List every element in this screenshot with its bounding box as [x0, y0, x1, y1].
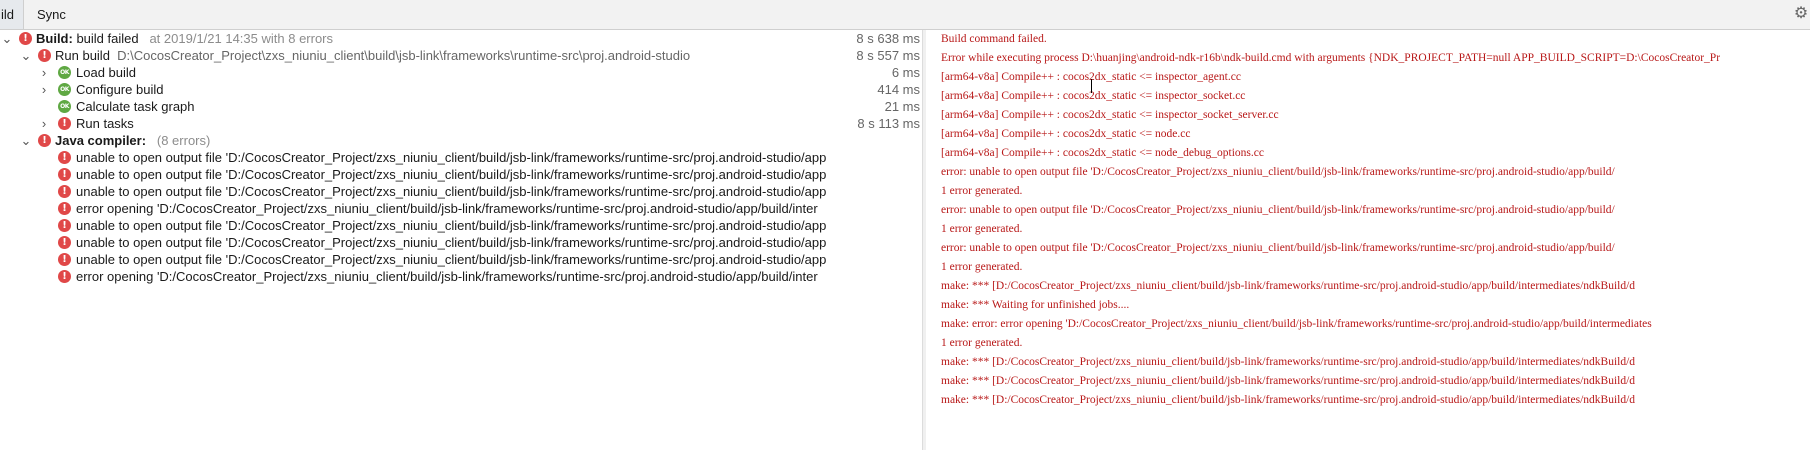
load-build-time: 6 ms — [891, 65, 920, 80]
java-compiler-label: Java compiler: — [55, 133, 147, 148]
error-icon: ! — [58, 151, 71, 164]
list-item[interactable]: ! unable to open output file 'D:/CocosCr… — [0, 166, 922, 183]
run-build-label: Run build — [55, 48, 110, 63]
console-line: make: *** [D:/CocosCreator_Project/zxs_n… — [941, 394, 1636, 406]
text-caret — [1091, 79, 1092, 93]
tab-build[interactable]: ild — [0, 0, 24, 29]
calc-graph-label: Calculate task graph — [76, 99, 195, 114]
tab-sync[interactable]: Sync — [35, 0, 77, 29]
gear-icon[interactable]: ⚙ — [1792, 5, 1810, 23]
error-icon: ! — [38, 49, 51, 62]
build-tree[interactable]: ⌄ ! Build: build failed at 2019/1/21 14:… — [0, 30, 922, 450]
error-icon: ! — [58, 185, 71, 198]
error-message: unable to open output file 'D:/CocosCrea… — [76, 235, 827, 250]
tree-row-configure-build[interactable]: › OK Configure build 414 ms — [0, 81, 922, 98]
chevron-right-icon[interactable]: › — [38, 81, 50, 98]
console-line: 1 error generated. — [941, 223, 1023, 235]
configure-build-label: Configure build — [76, 82, 164, 97]
tree-row-build[interactable]: ⌄ ! Build: build failed at 2019/1/21 14:… — [0, 30, 922, 47]
tree-row-run-tasks[interactable]: › ! Run tasks 8 s 113 ms — [0, 115, 922, 132]
console-line: error: unable to open output file 'D:/Co… — [941, 242, 1615, 254]
console-output[interactable]: Build command failed. Error while execut… — [926, 30, 1810, 450]
chevron-down-icon[interactable]: ⌄ — [20, 132, 32, 149]
tree-row-load-build[interactable]: › OK Load build 6 ms — [0, 64, 922, 81]
list-item[interactable]: ! unable to open output file 'D:/CocosCr… — [0, 234, 922, 251]
console-line: [arm64-v8a] Compile++ : cocos2dx_static … — [941, 128, 1191, 140]
console-line: [arm64-v8a] Compile++ : cocos2dx_static … — [941, 90, 1246, 102]
configure-build-time: 414 ms — [877, 82, 920, 97]
error-icon: ! — [58, 168, 71, 181]
console-line: 1 error generated. — [941, 185, 1023, 197]
list-item[interactable]: ! unable to open output file 'D:/CocosCr… — [0, 217, 922, 234]
list-item[interactable]: ! unable to open output file 'D:/CocosCr… — [0, 183, 922, 200]
error-message: unable to open output file 'D:/CocosCrea… — [76, 184, 827, 199]
error-message: unable to open output file 'D:/CocosCrea… — [76, 252, 827, 267]
console-line: make: *** Waiting for unfinished jobs...… — [941, 299, 1130, 311]
success-icon: OK — [58, 66, 71, 79]
error-message: error opening 'D:/CocosCreator_Project/z… — [76, 269, 818, 284]
list-item[interactable]: ! error opening 'D:/CocosCreator_Project… — [0, 200, 922, 217]
build-meta: at 2019/1/21 14:35 with 8 errors — [149, 31, 334, 46]
calc-graph-time: 21 ms — [884, 99, 920, 114]
console-line: Build command failed. — [941, 33, 1047, 45]
console-line: [arm64-v8a] Compile++ : cocos2dx_static … — [941, 109, 1279, 121]
console-line: make: *** [D:/CocosCreator_Project/zxs_n… — [941, 375, 1636, 387]
build-label: Build: — [36, 31, 73, 46]
success-icon: OK — [58, 83, 71, 96]
console-line: Error while executing process D:\huanjin… — [941, 52, 1721, 64]
console-line: make: *** [D:/CocosCreator_Project/zxs_n… — [941, 280, 1636, 292]
list-item[interactable]: ! unable to open output file 'D:/CocosCr… — [0, 149, 922, 166]
list-item[interactable]: ! unable to open output file 'D:/CocosCr… — [0, 251, 922, 268]
list-item[interactable]: ! error opening 'D:/CocosCreator_Project… — [0, 268, 922, 285]
chevron-down-icon[interactable]: ⌄ — [20, 47, 32, 64]
run-build-path: D:\CocosCreator_Project\zxs_niuniu_clien… — [117, 48, 691, 63]
error-icon: ! — [58, 117, 71, 130]
error-message: unable to open output file 'D:/CocosCrea… — [76, 150, 827, 165]
chevron-down-icon[interactable]: ⌄ — [1, 30, 13, 47]
console-line: [arm64-v8a] Compile++ : cocos2dx_static … — [941, 71, 1241, 83]
java-compiler-meta: (8 errors) — [156, 133, 211, 148]
build-status: build failed — [72, 31, 139, 46]
success-icon: OK — [58, 100, 71, 113]
load-build-label: Load build — [76, 65, 136, 80]
tree-row-calc-graph[interactable]: OK Calculate task graph 21 ms — [0, 98, 922, 115]
build-time: 8 s 638 ms — [856, 31, 920, 46]
chevron-right-icon[interactable]: › — [38, 115, 50, 132]
console-line: error: unable to open output file 'D:/Co… — [941, 166, 1615, 178]
run-tasks-label: Run tasks — [76, 116, 134, 131]
run-tasks-time: 8 s 113 ms — [857, 116, 920, 131]
error-icon: ! — [58, 219, 71, 232]
error-icon: ! — [58, 202, 71, 215]
error-icon: ! — [58, 253, 71, 266]
tree-row-java-compiler[interactable]: ⌄ ! Java compiler: (8 errors) — [0, 132, 922, 149]
error-icon: ! — [58, 270, 71, 283]
console-line: make: *** [D:/CocosCreator_Project/zxs_n… — [941, 356, 1636, 368]
error-icon: ! — [38, 134, 51, 147]
console-line: [arm64-v8a] Compile++ : cocos2dx_static … — [941, 147, 1264, 159]
console-line: 1 error generated. — [941, 261, 1023, 273]
chevron-right-icon[interactable]: › — [38, 64, 50, 81]
tab-bar: ild Sync ⚙ — [0, 0, 1810, 30]
console-line: 1 error generated. — [941, 337, 1023, 349]
tree-row-run-build[interactable]: ⌄ ! Run build D:\CocosCreator_Project\zx… — [0, 47, 922, 64]
console-line: make: error: error opening 'D:/CocosCrea… — [941, 318, 1652, 330]
error-icon: ! — [19, 32, 32, 45]
error-message: error opening 'D:/CocosCreator_Project/z… — [76, 201, 818, 216]
console-line: error: unable to open output file 'D:/Co… — [941, 204, 1615, 216]
error-icon: ! — [58, 236, 71, 249]
build-window: ild Sync ⚙ ⌄ ! Build: build failed at 20… — [0, 0, 1810, 450]
error-message: unable to open output file 'D:/CocosCrea… — [76, 167, 827, 182]
error-message: unable to open output file 'D:/CocosCrea… — [76, 218, 827, 233]
run-build-time: 8 s 557 ms — [856, 48, 920, 63]
